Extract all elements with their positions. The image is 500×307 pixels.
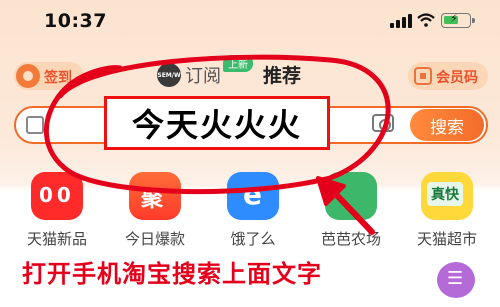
status-time: 10:37	[44, 10, 107, 32]
annotation-caption: 打开手机淘宝搜索上面文字	[22, 260, 322, 288]
member-code-button[interactable]: 会员码	[408, 62, 488, 90]
search-button[interactable]: 搜索	[410, 109, 484, 141]
checkin-button[interactable]: 签到	[14, 62, 84, 90]
battery-icon: ⚡	[441, 12, 475, 28]
tab-subscribe-label: 订阅	[185, 66, 221, 87]
scan-icon[interactable]	[26, 116, 44, 134]
tmall-supermarket-icon	[421, 172, 473, 220]
new-badge: 上新	[223, 55, 253, 72]
hot-deal-icon	[129, 172, 181, 220]
status-bar: 10:37 ⚡	[0, 0, 500, 42]
tab-subscribe[interactable]: SEM/W 订阅	[157, 62, 221, 88]
quick-entry-tmall-new[interactable]: 天猫新品	[12, 172, 102, 249]
checkin-icon	[16, 64, 40, 88]
qr-code-icon	[414, 67, 432, 85]
quick-entry-hot-deal[interactable]: 今日爆款	[110, 172, 200, 249]
quick-entry-farm[interactable]: 芭芭农场	[306, 172, 396, 249]
farm-icon	[325, 172, 377, 220]
quick-entry-label: 天猫超市	[416, 230, 477, 248]
quick-entry-label: 今日爆款	[124, 230, 185, 248]
tmall-new-icon	[31, 172, 83, 220]
quick-entry-tmall-supermarket[interactable]: 天猫超市	[402, 172, 492, 249]
menu-icon[interactable]	[437, 262, 475, 298]
wifi-icon	[417, 13, 435, 27]
tab-recommend[interactable]: 推荐	[263, 61, 301, 88]
signal-icon	[390, 14, 412, 28]
subscribe-avatar-icon: SEM/W	[157, 63, 181, 87]
quick-entry-label: 天猫新品	[26, 230, 87, 248]
search-input[interactable]: 今天火火火	[104, 96, 330, 150]
member-code-label: 会员码	[436, 70, 478, 86]
eleme-icon	[227, 172, 279, 220]
quick-entry-label: 饿了么	[230, 230, 276, 248]
quick-entry-eleme[interactable]: 饿了么	[208, 172, 298, 249]
checkin-label: 签到	[44, 70, 72, 86]
camera-icon[interactable]	[372, 114, 394, 132]
quick-entry-label: 芭芭农场	[320, 230, 381, 248]
